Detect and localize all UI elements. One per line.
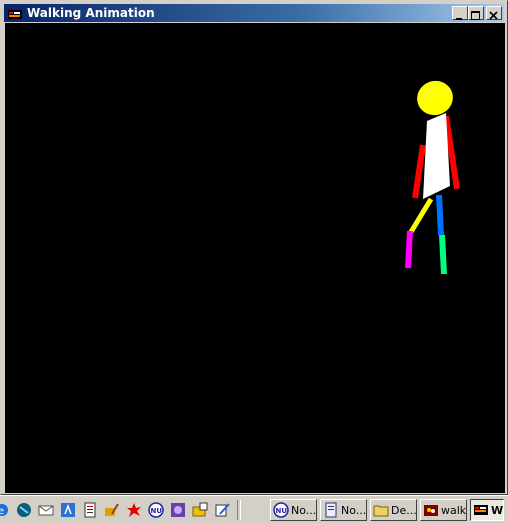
notepad-icon	[323, 502, 339, 518]
close-button[interactable]	[486, 6, 502, 20]
figure-back-shin	[439, 234, 447, 275]
taskbar-task-list: NU No... No... De... walk W	[270, 499, 504, 521]
quick-launch-bar: e NU	[0, 499, 244, 521]
window-controls	[452, 6, 502, 20]
folder-tool-icon[interactable]	[192, 502, 208, 518]
window-title: Walking Animation	[27, 6, 155, 20]
outlook-icon[interactable]	[60, 502, 76, 518]
quick-launch-separator	[237, 500, 241, 520]
task-button-5-label: W	[491, 503, 504, 517]
folder-icon	[373, 502, 389, 518]
maximize-icon	[471, 11, 480, 20]
walking-figure	[405, 80, 460, 275]
task-button-3-label: De...	[391, 503, 417, 517]
minimize-button[interactable]	[452, 6, 468, 20]
nu-icon[interactable]: NU	[148, 502, 164, 518]
render-canvas[interactable]	[5, 23, 505, 493]
script-icon[interactable]	[214, 502, 230, 518]
figure-head	[417, 80, 453, 116]
task-button-4[interactable]: walk	[420, 499, 467, 521]
pencil-icon[interactable]	[104, 502, 120, 518]
task-button-1[interactable]: NU No...	[270, 499, 317, 521]
figure-front-arm	[412, 144, 426, 199]
netscape-icon[interactable]	[16, 502, 32, 518]
task-button-3[interactable]: De...	[370, 499, 417, 521]
task-button-2-label: No...	[341, 503, 367, 517]
splat-icon[interactable]	[126, 502, 142, 518]
svg-text:NU: NU	[276, 507, 288, 515]
svg-text:e: e	[0, 506, 4, 517]
figure-torso	[423, 113, 450, 199]
nu-icon: NU	[273, 502, 289, 518]
task-button-4-label: walk	[441, 503, 467, 517]
maximize-button[interactable]	[468, 6, 484, 20]
title-bar[interactable]: Walking Animation	[4, 4, 504, 22]
minimize-icon	[456, 18, 462, 20]
mail-icon[interactable]	[38, 502, 54, 518]
opengl-window-icon	[473, 502, 489, 518]
figure-front-thigh	[408, 197, 434, 234]
close-icon	[489, 11, 498, 20]
app-window: Walking Animation	[0, 0, 508, 495]
task-button-5[interactable]: W	[470, 499, 504, 521]
task-button-1-label: No...	[291, 503, 317, 517]
figure-front-shin	[405, 230, 413, 269]
opengl-window-icon[interactable]	[7, 6, 23, 20]
figure-back-thigh	[436, 194, 444, 236]
ie-icon[interactable]: e	[0, 502, 10, 518]
purple-app-icon[interactable]	[170, 502, 186, 518]
document-icon[interactable]	[82, 502, 98, 518]
walk-app-icon	[423, 502, 439, 518]
task-button-2[interactable]: No...	[320, 499, 367, 521]
taskbar: e NU NU No... No... De... walk W	[0, 495, 508, 523]
svg-text:NU: NU	[151, 507, 163, 515]
